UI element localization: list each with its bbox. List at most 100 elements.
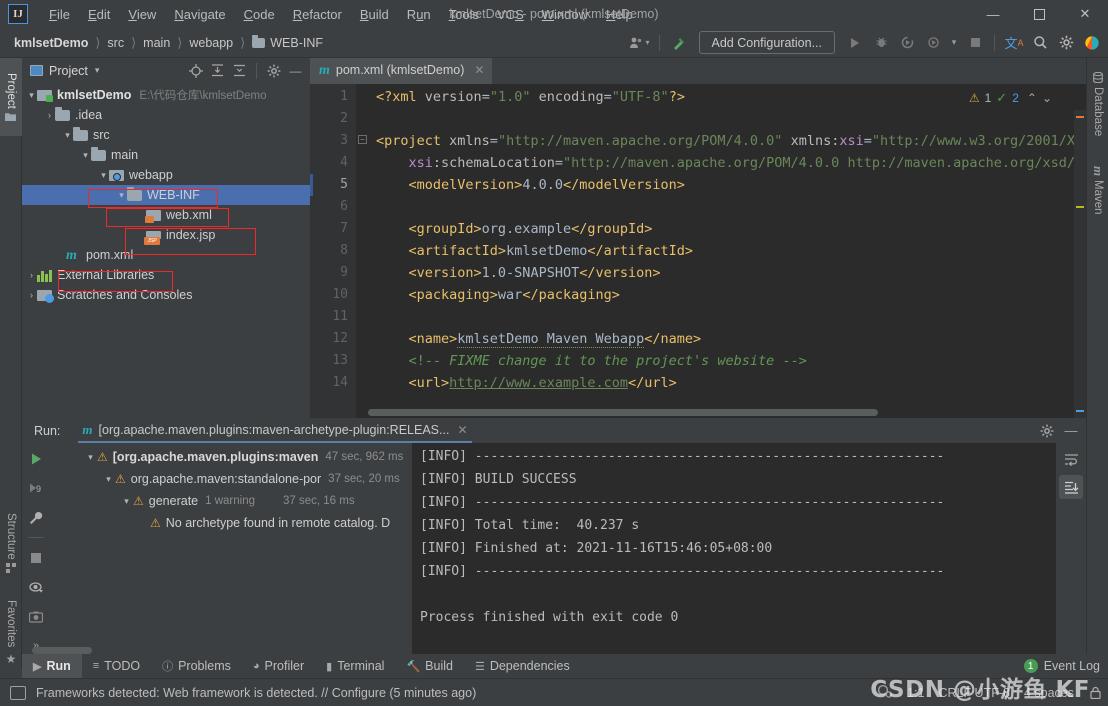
chevron-down-icon[interactable]: ▾ — [84, 452, 97, 463]
toggle-toolwindows-icon[interactable] — [10, 685, 26, 700]
fold-collapse-icon[interactable]: − — [358, 135, 367, 144]
editor-marker-strip[interactable] — [1074, 110, 1086, 444]
run-tree-row[interactable]: ▾ ⚠ generate 1 warning 37 sec, 16 ms — [50, 490, 412, 512]
profile-icon[interactable] — [921, 31, 945, 55]
expand-all-icon[interactable] — [207, 60, 228, 81]
run-tree-row[interactable]: ▾ ⚠ [org.apache.maven.plugins:maven 47 s… — [50, 446, 412, 468]
rerun-failed-icon[interactable]: 9 — [26, 478, 46, 497]
sidebar-item-project[interactable]: Project — [0, 58, 22, 136]
status-message[interactable]: Frameworks detected: Web framework is de… — [36, 686, 476, 700]
hide-icon[interactable]: — — [1060, 420, 1082, 442]
tree-item-external-libraries[interactable]: › External Libraries — [22, 265, 310, 285]
settings-gear-icon[interactable] — [1054, 31, 1078, 55]
run-icon[interactable] — [843, 31, 867, 55]
wrench-settings-icon[interactable] — [26, 508, 46, 527]
run-tab[interactable]: m [org.apache.maven.plugins:maven-archet… — [78, 418, 472, 443]
run-with-coverage-icon[interactable] — [895, 31, 919, 55]
tree-item-index-jsp[interactable]: index.jsp — [22, 225, 310, 245]
line-separator[interactable]: CRLF UTF-8 — [938, 686, 1010, 700]
menu-window[interactable]: Window — [533, 4, 597, 25]
chevron-down-icon[interactable]: ▾ — [120, 496, 133, 507]
menu-vcs[interactable]: VCS — [488, 4, 533, 25]
code-folding-strip[interactable]: − — [356, 84, 368, 418]
tree-item-webapp[interactable]: ▾ webapp — [22, 165, 310, 185]
menu-file[interactable]: File — [40, 4, 79, 25]
chevron-down-icon[interactable]: ▾ — [98, 170, 109, 181]
stop-icon[interactable] — [26, 548, 46, 567]
tab-dependencies[interactable]: ☰ Dependencies — [464, 654, 581, 678]
breadcrumb-item-webinf[interactable]: WEB-INF — [270, 36, 323, 50]
tree-item-web-inf[interactable]: ▾ WEB-INF — [22, 185, 310, 205]
chevron-down-icon[interactable]: ▾ — [116, 190, 127, 201]
menu-navigate[interactable]: Navigate — [165, 4, 234, 25]
chevron-down-icon[interactable]: ▾ — [26, 90, 37, 101]
tab-profiler[interactable]: ◕ Profiler — [242, 654, 315, 678]
tab-build[interactable]: 🔨 Build — [395, 654, 464, 678]
project-tree[interactable]: ▾ kmlsetDemo E:\代码仓库\kmlsetDemo › .idea … — [22, 83, 310, 418]
breadcrumb-item-project[interactable]: kmlsetDemo — [14, 36, 88, 50]
chevron-down-icon[interactable]: ▾ — [102, 474, 115, 485]
sidebar-item-database[interactable]: Database — [1087, 60, 1108, 148]
run-tree-horizontal-scrollbar[interactable] — [32, 647, 372, 654]
breadcrumb-item-webapp[interactable]: webapp — [189, 36, 233, 50]
menu-run[interactable]: Run — [398, 4, 440, 25]
screenshot-icon[interactable] — [26, 607, 46, 626]
settings-gear-icon[interactable] — [263, 60, 284, 81]
close-icon[interactable]: ✕ — [474, 63, 484, 77]
user-group-icon[interactable]: ▾ — [628, 31, 652, 55]
chevron-right-icon[interactable]: › — [44, 110, 55, 120]
minimize-button[interactable]: — — [970, 0, 1016, 28]
menu-code[interactable]: Code — [235, 4, 284, 25]
locate-target-icon[interactable] — [185, 60, 206, 81]
lock-icon[interactable] — [1088, 686, 1102, 700]
add-configuration-button[interactable]: Add Configuration... — [698, 31, 835, 54]
chevron-right-icon[interactable]: › — [26, 270, 37, 280]
chevron-down-icon[interactable]: ▾ — [80, 150, 91, 161]
settings-gear-icon[interactable] — [1036, 420, 1058, 442]
menu-build[interactable]: Build — [351, 4, 398, 25]
tree-item-web-xml[interactable]: web.xml — [22, 205, 310, 225]
tree-item-scratches-and-consoles[interactable]: › Scratches and Consoles — [22, 285, 310, 305]
prev-highlight-icon[interactable]: ⌃ — [1027, 91, 1037, 105]
close-button[interactable]: ✕ — [1062, 0, 1108, 28]
rerun-icon[interactable] — [26, 449, 46, 468]
error-marker[interactable] — [1076, 116, 1084, 118]
sidebar-item-structure[interactable]: Structure — [0, 498, 22, 588]
notifications-icon[interactable] — [877, 684, 893, 701]
tree-item-idea[interactable]: › .idea — [22, 105, 310, 125]
tab-run[interactable]: ▶ Run — [22, 654, 82, 678]
tab-todo[interactable]: ≡ TODO — [82, 654, 151, 678]
breadcrumb-item-main[interactable]: main — [143, 36, 170, 50]
run-console-output[interactable]: [INFO] ---------------------------------… — [412, 443, 1056, 656]
code-editor[interactable]: 1 2 3 4 5 6 7 8 9 10 11 12 13 14 − <?xml… — [310, 84, 1086, 444]
tab-problems[interactable]: ⓘ Problems — [151, 654, 242, 678]
show-passed-icon[interactable] — [26, 578, 46, 597]
chevron-down-icon[interactable]: ▾ — [62, 130, 73, 141]
collapse-all-icon[interactable] — [229, 60, 250, 81]
debug-icon[interactable] — [869, 31, 893, 55]
run-build-tree[interactable]: ▾ ⚠ [org.apache.maven.plugins:maven 47 s… — [32, 443, 412, 656]
breadcrumb-item-src[interactable]: src — [107, 36, 124, 50]
tree-item-kmlsetDemo[interactable]: ▾ kmlsetDemo E:\代码仓库\kmlsetDemo — [22, 85, 310, 105]
chevron-right-icon[interactable]: › — [26, 290, 37, 300]
build-hammer-icon[interactable] — [667, 31, 691, 55]
menu-view[interactable]: View — [119, 4, 165, 25]
hide-icon[interactable]: — — [285, 60, 306, 81]
idea-assistant-icon[interactable] — [1080, 31, 1104, 55]
stop-icon[interactable] — [963, 31, 987, 55]
chevron-down-icon[interactable]: ▾ — [95, 65, 100, 76]
tab-terminal[interactable]: ▮ Terminal — [315, 654, 395, 678]
soft-wrap-icon[interactable] — [1059, 447, 1083, 471]
editor-tab-pom-xml[interactable]: m pom.xml (kmlsetDemo) ✕ — [310, 58, 493, 84]
code-link[interactable]: http://www.example.com — [449, 375, 628, 391]
run-tree-row[interactable]: ⚠ No archetype found in remote catalog. … — [50, 512, 412, 534]
translate-icon[interactable]: 文A — [1002, 31, 1026, 55]
next-highlight-icon[interactable]: ⌄ — [1042, 91, 1052, 105]
tree-item-pom-xml[interactable]: m pom.xml — [22, 245, 310, 265]
tree-item-main[interactable]: ▾ main — [22, 145, 310, 165]
run-tree-row[interactable]: ▾ ⚠ org.apache.maven:standalone-por 37 s… — [50, 468, 412, 490]
sidebar-item-favorites[interactable]: Favorites ★ — [0, 588, 22, 678]
event-log-button[interactable]: 1 Event Log — [1023, 659, 1100, 673]
close-icon[interactable]: ✕ — [457, 423, 467, 437]
caret-position[interactable]: 1:1 — [907, 686, 924, 700]
